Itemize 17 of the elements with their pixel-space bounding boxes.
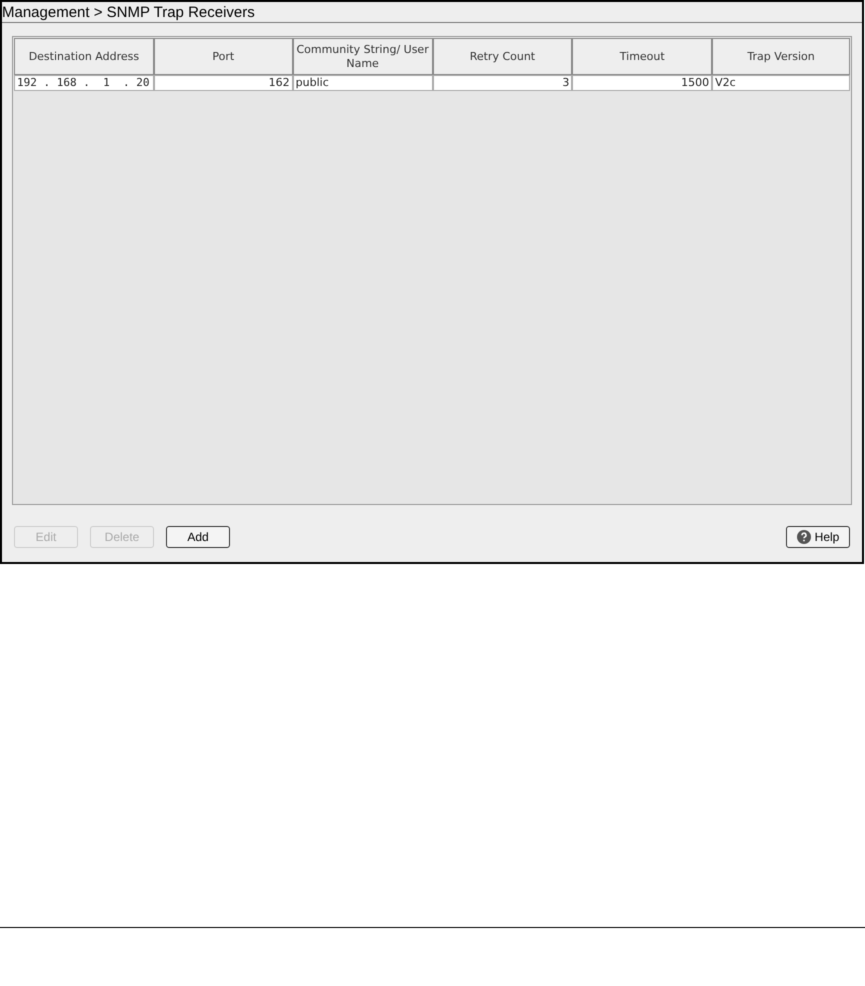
help-button[interactable]: Help <box>786 526 850 548</box>
column-header[interactable]: Trap Version <box>712 38 850 75</box>
add-button[interactable]: Add <box>166 526 230 548</box>
column-header[interactable]: Timeout <box>572 38 712 75</box>
table-cell: 192 . 168 . 1 . 20 <box>14 75 154 91</box>
column-header[interactable]: Community String/ User Name <box>292 38 432 75</box>
column-header[interactable]: Retry Count <box>432 38 572 75</box>
help-icon <box>796 530 811 544</box>
column-header[interactable]: Port <box>154 38 293 75</box>
table-cell: 1500 <box>572 75 712 91</box>
page-title: Management > SNMP Trap Receivers <box>2 4 255 20</box>
table-cell: 162 <box>154 75 293 91</box>
table-cell: public <box>292 75 432 91</box>
table-row[interactable]: 192 . 168 . 1 . 20 162 public 3 1500 V2c <box>14 75 850 91</box>
table-cell: 3 <box>432 75 572 91</box>
column-header[interactable]: Destination Address <box>14 38 154 75</box>
table-cell: V2c <box>712 75 850 91</box>
